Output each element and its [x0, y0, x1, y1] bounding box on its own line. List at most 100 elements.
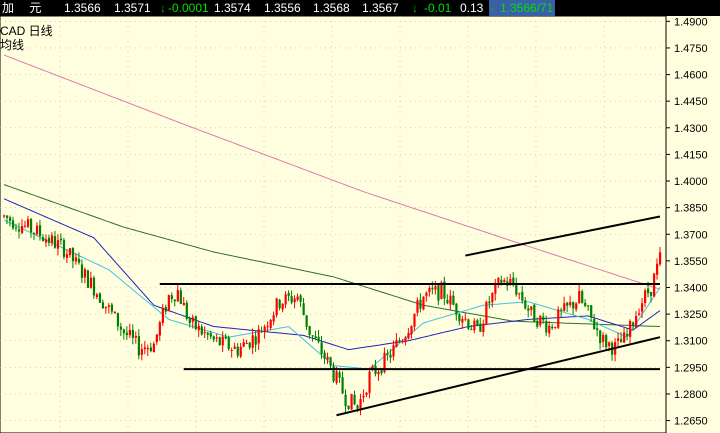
candle-body [323, 352, 326, 359]
candle-body [641, 303, 644, 312]
candle-body [74, 257, 78, 262]
candle-body [125, 332, 129, 336]
candle-body [305, 315, 308, 327]
candle-body [623, 332, 626, 343]
candle-body [86, 270, 90, 288]
candle-body [500, 279, 503, 284]
change-arrow-icon-2: ↓ [412, 1, 418, 15]
y-tick-label: 1.4000 [674, 176, 708, 188]
candle-body [617, 338, 620, 341]
candle-body [650, 291, 653, 296]
candle-body [296, 296, 299, 300]
candle-body [14, 227, 18, 229]
y-tick-label: 1.3850 [674, 203, 708, 215]
candle-body [452, 295, 455, 305]
candle-body [554, 326, 557, 328]
y-tick-label: 1.2800 [674, 389, 708, 401]
candle-body [194, 316, 197, 329]
candle-body [314, 336, 317, 339]
candle-body [413, 313, 416, 327]
candle-body [23, 225, 27, 227]
candle-body [188, 318, 191, 324]
candle-body [320, 342, 323, 354]
candle-body [158, 322, 161, 336]
candle-body [20, 226, 24, 233]
candlestick-chart[interactable]: 1.4900 1.4750 1.4600 1.4450 1.4300 1.4150 1.40… [0, 16, 720, 433]
candle-body [137, 336, 140, 356]
candle-body [185, 302, 188, 319]
candle-body [3, 215, 6, 217]
y-tick-label: 1.4600 [674, 70, 708, 82]
candle-body [128, 329, 132, 336]
candle-body [59, 238, 63, 241]
change-value: -0.0001 [168, 1, 209, 15]
candle-body [5, 215, 9, 218]
candle-body [578, 290, 581, 304]
candle-body [83, 269, 87, 278]
candle-body [329, 357, 332, 366]
candle-body [242, 342, 245, 347]
candle-body [518, 293, 521, 295]
candle-body [17, 229, 21, 232]
candle-body [338, 372, 341, 378]
candle-body [233, 346, 236, 349]
candle-body [290, 296, 293, 303]
candle-body [494, 283, 497, 294]
y-tick-label: 1.3700 [674, 229, 708, 241]
candle-body [473, 320, 476, 331]
candle-body [47, 237, 51, 243]
candle-body [350, 393, 353, 410]
candle-body [89, 277, 93, 288]
candle-body [38, 225, 42, 237]
candle-body [407, 332, 410, 339]
candle-body [566, 302, 569, 306]
candle-body [386, 353, 389, 355]
y-tick-label: 1.3550 [674, 256, 708, 268]
candle-body [560, 309, 563, 311]
y-tick-label: 1.4300 [674, 123, 708, 135]
candle-body [632, 322, 635, 327]
candle-body [284, 294, 287, 305]
candle-body [491, 292, 494, 303]
candle-body [527, 308, 530, 311]
candle-body [245, 342, 248, 344]
candle-body [344, 394, 347, 407]
candle-body [335, 371, 338, 383]
candle-body [479, 323, 482, 332]
candle-body [50, 235, 54, 243]
candle-body [626, 333, 629, 336]
candle-body [92, 277, 96, 296]
quote-bar: 加 元 1.3566 1.3571 ↓ -0.0001 1.3574 1.355… [0, 0, 720, 16]
candle-body [422, 296, 425, 310]
candle-body [8, 217, 12, 221]
candle-body [11, 220, 15, 229]
candle-body [218, 337, 221, 345]
candle-body [236, 346, 239, 356]
candle-body [311, 335, 314, 337]
candle-body [77, 258, 81, 263]
candle-body [269, 319, 272, 328]
candle-body [512, 277, 515, 284]
candle-body [605, 335, 608, 348]
candle-body [179, 290, 182, 304]
candle-body [143, 347, 146, 350]
candle-body [548, 325, 551, 334]
candle-body [182, 302, 185, 306]
candle-body [41, 237, 45, 241]
candle-body [431, 287, 434, 290]
candle-body [482, 323, 485, 333]
candle-body [449, 295, 452, 305]
candle-body [32, 232, 36, 234]
candle-body [71, 247, 75, 262]
candle-body [410, 326, 413, 335]
candle-body [356, 405, 359, 409]
candle-body [209, 333, 212, 337]
candle-body [134, 335, 137, 338]
instrument-name: 加 元 [2, 1, 48, 15]
candle-body [149, 347, 152, 352]
candle-body [197, 325, 200, 331]
y-tick-label: 1.2650 [674, 416, 708, 428]
candle-body [503, 280, 506, 282]
candle-body [206, 332, 209, 335]
candle-body [227, 337, 230, 350]
